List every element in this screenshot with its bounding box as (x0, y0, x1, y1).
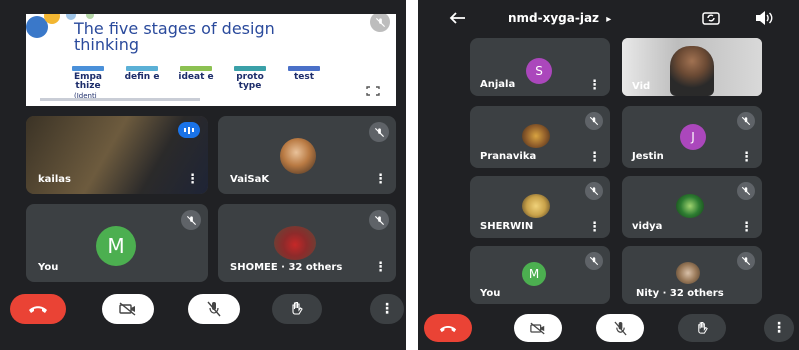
presentation-slide[interactable]: The five stages of design thinking Empa … (26, 14, 396, 106)
participant-name: Nity · 32 others (636, 288, 724, 299)
participant-options-button[interactable]: ⋮ (374, 173, 387, 186)
more-options-icon: ⋮ (380, 301, 394, 317)
mic-off-icon (369, 210, 389, 230)
participant-options-button[interactable]: ⋮ (588, 221, 601, 234)
participant-avatar: M (522, 262, 546, 286)
mic-off-icon (613, 321, 627, 335)
participant-avatar: J (680, 124, 706, 150)
raise-hand-icon (292, 301, 303, 315)
participant-tile[interactable]: kailas ⋮ (26, 116, 208, 194)
participant-tile-others[interactable]: SHOMEE · 32 others ⋮ (218, 204, 396, 282)
right-meeting-screen: nmd-xyga-jaz ▸ S Anjala ⋮ Vid Pranavika … (418, 0, 799, 350)
participant-tile-video[interactable]: Vid (622, 38, 762, 96)
sound-level-icon (178, 122, 200, 138)
switch-camera-button[interactable] (702, 10, 720, 26)
participant-name: vidya (632, 221, 663, 232)
more-options-button[interactable]: ⋮ (370, 294, 404, 324)
mic-off-icon (585, 182, 603, 200)
slide-footer-text (40, 98, 200, 101)
stage-2: defin e (122, 66, 162, 82)
mic-off-icon (737, 182, 755, 200)
raise-hand-button[interactable] (678, 314, 726, 342)
stage-1: Empa thize (68, 66, 108, 91)
participant-tile[interactable]: J Jestin ⋮ (622, 106, 762, 168)
mic-off-icon (207, 301, 221, 317)
participant-options-button[interactable]: ⋮ (588, 79, 601, 92)
back-arrow-icon (449, 12, 465, 24)
end-call-button[interactable] (10, 294, 66, 324)
stage-3: ideat e (176, 66, 216, 82)
more-options-button[interactable]: ⋮ (764, 314, 794, 342)
mic-off-icon (181, 210, 201, 230)
end-call-icon (29, 306, 47, 313)
participant-options-button[interactable]: ⋮ (588, 151, 601, 164)
mic-off-icon (737, 252, 755, 270)
end-call-button[interactable] (424, 314, 472, 342)
end-call-icon (439, 325, 457, 332)
mic-toggle-button[interactable] (596, 314, 644, 342)
participant-avatar-photo (676, 262, 700, 284)
participant-video-person (670, 46, 714, 96)
participant-name: You (480, 288, 501, 299)
participant-name: SHOMEE · 32 others (230, 262, 343, 273)
mic-off-icon (369, 122, 389, 142)
participant-name: Pranavika (480, 151, 537, 162)
stage-4: proto type (230, 66, 270, 91)
more-options-icon: ⋮ (772, 320, 786, 336)
participant-name: SHERWIN (480, 221, 534, 232)
participant-tile[interactable]: SHERWIN ⋮ (470, 176, 610, 238)
slide-decoration (44, 14, 60, 24)
participant-name: Jestin (632, 151, 664, 162)
mic-off-icon (370, 14, 390, 32)
participant-tile-self[interactable]: M You (26, 204, 208, 282)
participant-options-button[interactable]: ⋮ (740, 151, 753, 164)
participant-tile-others[interactable]: Nity · 32 others (622, 246, 762, 304)
raise-hand-icon (697, 321, 708, 334)
participant-tile-self[interactable]: M You (470, 246, 610, 304)
participant-options-button[interactable]: ⋮ (374, 261, 387, 274)
camera-toggle-button[interactable] (514, 314, 562, 342)
participant-avatar-photo (274, 226, 316, 260)
back-button[interactable] (448, 10, 468, 26)
participant-tile[interactable]: VaiSaK ⋮ (218, 116, 396, 194)
camera-off-icon (119, 302, 136, 316)
fullscreen-icon[interactable] (362, 82, 384, 100)
switch-camera-icon (702, 12, 720, 25)
mic-toggle-button[interactable] (188, 294, 240, 324)
participant-options-button[interactable]: ⋮ (186, 173, 199, 186)
raise-hand-button[interactable] (272, 294, 322, 324)
participant-name: Vid (632, 81, 651, 92)
participant-tile[interactable]: Pranavika ⋮ (470, 106, 610, 168)
participant-avatar-photo (280, 138, 316, 174)
slide-title: The five stages of design thinking (74, 19, 275, 54)
stage-5: test (284, 66, 324, 82)
mic-off-icon (585, 112, 603, 130)
left-meeting-screen: The five stages of design thinking Empa … (0, 0, 406, 350)
participant-name: kailas (38, 174, 71, 185)
mic-off-icon (585, 252, 603, 270)
speaker-icon (756, 11, 773, 25)
participant-name: VaiSaK (230, 174, 270, 185)
participant-tile[interactable]: vidya ⋮ (622, 176, 762, 238)
meeting-code-arrow: ▸ (606, 14, 612, 25)
participant-name: Anjala (480, 79, 516, 90)
participant-avatar-photo (522, 124, 550, 148)
participant-avatar-photo (676, 194, 704, 218)
meeting-code[interactable]: nmd-xyga-jaz ▸ (508, 11, 611, 25)
participant-tile[interactable]: S Anjala ⋮ (470, 38, 610, 96)
camera-toggle-button[interactable] (102, 294, 154, 324)
mic-off-icon (737, 112, 755, 130)
participant-options-button[interactable]: ⋮ (740, 221, 753, 234)
participant-avatar-photo (522, 194, 550, 218)
speaker-button[interactable] (754, 10, 774, 26)
participant-avatar: M (96, 226, 136, 266)
participant-avatar: S (526, 58, 552, 84)
camera-off-icon (530, 322, 545, 334)
participant-name: You (38, 262, 59, 273)
